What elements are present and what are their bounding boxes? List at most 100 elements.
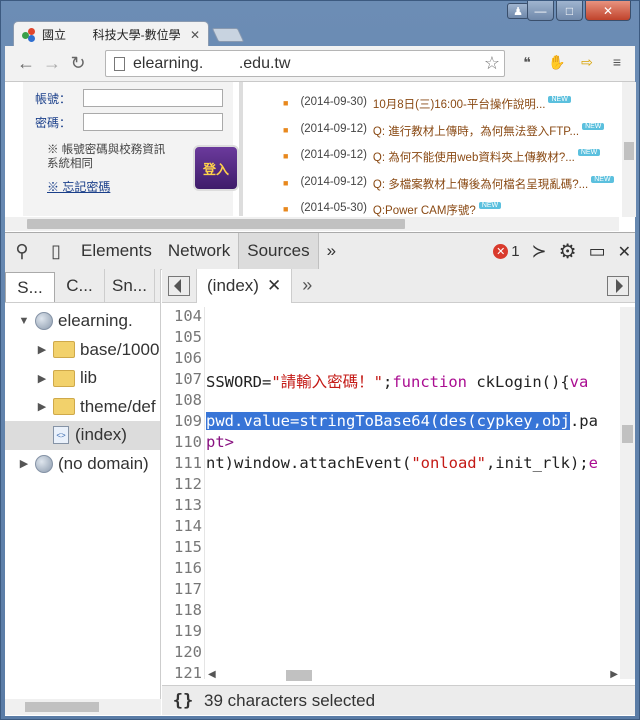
new-badge: NEW [582, 122, 605, 130]
scroll-right-icon[interactable]: ▶ [610, 669, 618, 680]
tree-item-domain[interactable]: ▼ elearning. [5, 307, 160, 336]
tab-elements[interactable]: Elements [73, 233, 160, 270]
close-file-icon[interactable]: ✕ [267, 276, 281, 296]
navigator-scrollbar[interactable] [5, 699, 161, 715]
forward-button[interactable]: → [39, 51, 65, 77]
bookmark-star-icon[interactable]: ☆ [484, 53, 500, 74]
line-number[interactable]: 104 [162, 307, 202, 325]
code-line-107[interactable]: SSWORD="請輸入密碼！";function ckLogin(){va [206, 370, 588, 392]
dock-icon[interactable]: ▭ [589, 241, 606, 262]
tree-item-file[interactable]: <> (index) [5, 421, 160, 450]
scroll-left-icon[interactable]: ◀ [208, 669, 216, 680]
line-number[interactable]: 112 [162, 475, 202, 493]
toggle-navigator-icon[interactable] [168, 275, 190, 296]
news-title[interactable]: 10月8日(三)16:00-平台操作說明... [373, 96, 546, 112]
line-number[interactable]: 121 [162, 664, 202, 679]
more-tabs-icon[interactable]: » [302, 275, 312, 296]
close-window-button[interactable]: ✕ [585, 1, 631, 21]
console-drawer-icon[interactable]: ≻ [532, 241, 547, 262]
line-number[interactable]: 120 [162, 643, 202, 661]
editor-file-tab[interactable]: (index) ✕ [196, 268, 293, 303]
back-button[interactable]: ← [13, 51, 39, 77]
close-devtools-icon[interactable]: ✕ [618, 242, 631, 262]
collapse-arrow-icon[interactable]: ▶ [35, 343, 49, 356]
reload-button[interactable]: ↻ [65, 51, 91, 77]
scroll-thumb[interactable] [27, 219, 405, 229]
collapse-arrow-icon[interactable]: ▶ [17, 457, 31, 470]
news-item[interactable]: ■ (2014-09-12) Q: 多檔案教材上傳後為何檔名呈現亂碼?... NEW [283, 175, 623, 203]
login-button[interactable]: 登入 [193, 145, 239, 191]
collapse-arrow-icon[interactable]: ▶ [35, 400, 49, 413]
settings-gear-icon[interactable]: ⚙ [559, 239, 577, 264]
line-number[interactable]: 116 [162, 559, 202, 577]
code-line-111[interactable]: nt)window.attachEvent("onload",init_rlk)… [206, 454, 598, 472]
scroll-thumb[interactable] [622, 425, 633, 443]
editor-vertical-scrollbar[interactable] [620, 307, 635, 679]
browser-tab[interactable]: 國立 科技大學-數位學 ✕ [13, 21, 209, 47]
close-tab-icon[interactable]: ✕ [190, 28, 200, 42]
tab-content-scripts[interactable]: C... [55, 269, 105, 302]
news-title[interactable]: Q: 進行教材上傳時，為何無法登入FTP... [373, 123, 579, 139]
line-number[interactable]: 113 [162, 496, 202, 514]
bullet-icon: ■ [283, 177, 289, 188]
user-profile-icon[interactable]: ♟ [507, 3, 529, 19]
line-number[interactable]: 106 [162, 349, 202, 367]
page-vertical-scrollbar[interactable] [622, 82, 636, 217]
new-tab-button[interactable] [211, 28, 245, 42]
minimize-button[interactable]: — [527, 1, 554, 21]
extension-device-icon[interactable]: ⇨ [577, 52, 597, 72]
line-number[interactable]: 118 [162, 601, 202, 619]
tab-snippets[interactable]: Sn... [105, 269, 155, 302]
news-list: ■ (2014-09-30) 10月8日(三)16:00-平台操作說明... NEW … [283, 96, 623, 229]
code-area[interactable]: 104 105 106 107 108 109 110 111 112 113 114 115 116 1… [162, 307, 635, 679]
line-number[interactable]: 117 [162, 580, 202, 598]
line-number[interactable]: 109 [162, 412, 202, 430]
news-title[interactable]: Q: 多檔案教材上傳後為何檔名呈現亂碼?... [373, 176, 588, 192]
scroll-thumb[interactable] [624, 142, 634, 160]
code-line-109[interactable]: pwd.value=stringToBase64(des(cypkey,obj.… [206, 412, 598, 430]
line-number[interactable]: 107 [162, 370, 202, 388]
toggle-debugger-icon[interactable] [607, 276, 629, 296]
error-counter[interactable]: ✕ 1 [493, 243, 520, 260]
tab-sources[interactable]: Sources [238, 232, 319, 270]
tree-item-folder[interactable]: ▶ base/1000 [5, 336, 160, 365]
line-number[interactable]: 114 [162, 517, 202, 535]
tree-item-folder[interactable]: ▶ lib [5, 364, 160, 393]
code-line-110[interactable]: pt> [206, 433, 234, 451]
tab-network[interactable]: Network [160, 233, 238, 270]
news-title[interactable]: Q:Power CAM序號? [373, 202, 476, 218]
maximize-button[interactable]: □ [556, 1, 583, 21]
expand-arrow-icon[interactable]: ▼ [17, 315, 31, 327]
news-item[interactable]: ■ (2014-09-30) 10月8日(三)16:00-平台操作說明... NEW [283, 96, 623, 123]
tab-sources-nav[interactable]: S... [5, 272, 55, 302]
tree-item-domain[interactable]: ▶ (no domain) [5, 450, 160, 479]
line-number[interactable]: 105 [162, 328, 202, 346]
tree-item-folder[interactable]: ▶ theme/def [5, 393, 160, 422]
line-number[interactable]: 111 [162, 454, 202, 472]
device-mode-icon[interactable]: ▯ [39, 241, 73, 262]
address-bar[interactable]: elearning. .edu.tw ☆ [105, 50, 505, 77]
search-icon[interactable]: ⚲ [5, 241, 39, 262]
more-panels-button[interactable]: » [319, 233, 344, 270]
line-number[interactable]: 108 [162, 391, 202, 409]
line-number[interactable]: 115 [162, 538, 202, 556]
news-item[interactable]: ■ (2014-09-12) Q: 進行教材上傳時，為何無法登入FTP... NEW [283, 122, 623, 150]
collapse-arrow-icon[interactable]: ▶ [35, 372, 49, 385]
editor-tabs: (index) ✕ » [162, 268, 635, 303]
scroll-thumb[interactable] [286, 670, 312, 681]
news-title[interactable]: Q: 為何不能使用web資料夾上傳教材?... [373, 149, 575, 165]
navigator-tabs: S... C... Sn... [5, 269, 160, 303]
line-number[interactable]: 119 [162, 622, 202, 640]
menu-icon[interactable]: ≡ [607, 52, 627, 72]
extension-quote-icon[interactable]: ❝ [517, 52, 537, 72]
forgot-password-link[interactable]: ※ 忘記密碼 [47, 178, 110, 195]
account-input[interactable] [83, 89, 223, 107]
extension-hand-icon[interactable]: ✋ [547, 52, 567, 72]
scroll-thumb[interactable] [25, 702, 99, 712]
password-input[interactable] [83, 113, 223, 131]
news-item[interactable]: ■ (2014-09-12) Q: 為何不能使用web資料夾上傳教材?... NEW [283, 149, 623, 176]
line-number[interactable]: 110 [162, 433, 202, 451]
pretty-print-button[interactable]: {} [162, 691, 204, 711]
page-horizontal-scrollbar[interactable] [5, 217, 619, 231]
editor-horizontal-scrollbar[interactable]: ◀ ▶ [206, 668, 620, 682]
